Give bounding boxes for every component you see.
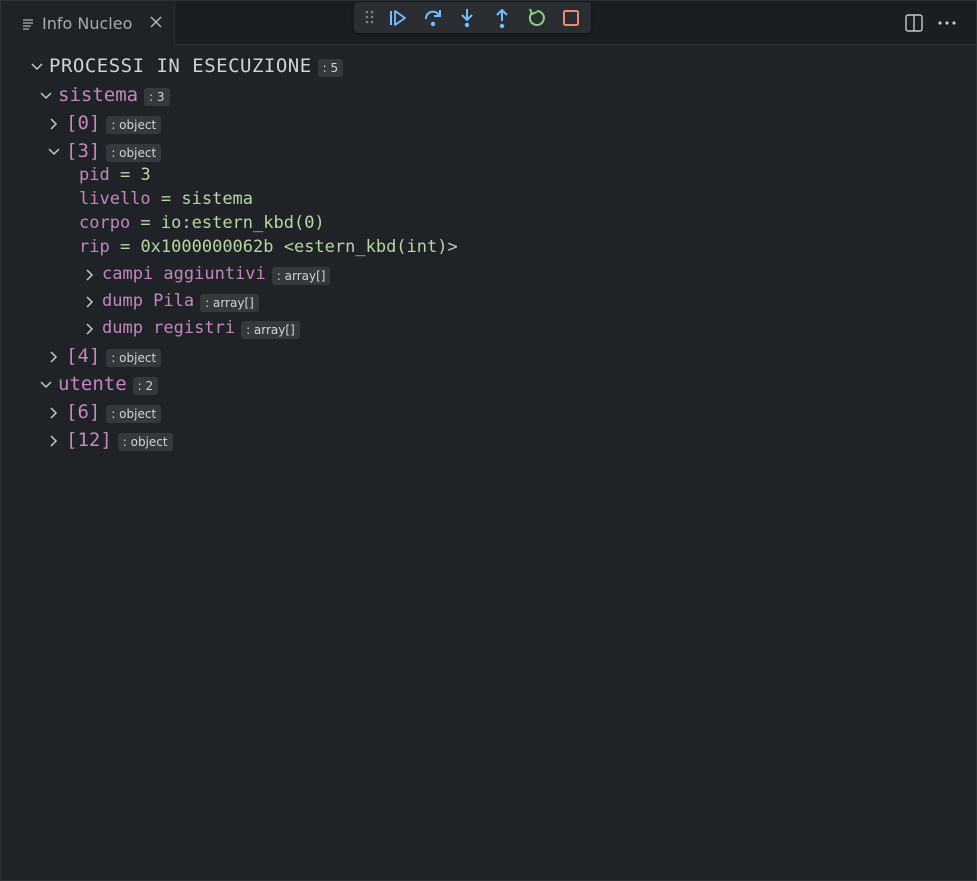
chevron-right-icon[interactable] [47,405,61,419]
tree-node-dump-pila[interactable]: dump Pila : array[] [83,288,259,314]
tree-node-utente[interactable]: utente : 2 [39,371,159,397]
more-actions-icon[interactable] [936,12,958,34]
node-label: sistema [58,84,139,106]
property-eq: = [150,189,182,209]
property-key: livello [79,189,151,209]
close-icon[interactable] [147,13,165,31]
split-editor-icon[interactable] [903,12,925,34]
property-value: io:estern_kbd(0) [160,213,325,233]
tree-node-campi-aggiuntivi[interactable]: campi aggiuntivi : array[] [83,261,331,287]
tab-title: Info Nucleo [42,13,133,33]
property-value: 0x1000000062b <estern_kbd(int)> [140,237,458,257]
stop-icon[interactable] [560,7,582,29]
step-into-icon[interactable] [456,7,478,29]
process-tree: PROCESSI IN ESECUZIONE : 5 sistema : 3 [… [1,45,976,881]
chevron-right-icon[interactable] [47,349,61,363]
type-badge: : object [106,144,162,162]
type-badge: : array[] [271,267,331,285]
property-value: sistema [181,189,254,209]
chevron-right-icon[interactable] [83,267,97,281]
restart-icon[interactable] [526,7,548,29]
count-badge: : 3 [144,88,170,106]
chevron-right-icon[interactable] [47,116,61,130]
node-label: [12] [66,429,112,451]
property-key: rip [79,237,110,257]
chevron-down-icon[interactable] [39,377,53,391]
count-badge: : 5 [317,59,344,77]
property-pid: pid = 3 [79,162,151,188]
chevron-right-icon[interactable] [83,321,97,335]
step-out-icon[interactable] [491,7,513,29]
tab-info-nucleo[interactable]: Info Nucleo [1,1,175,45]
tree-node-item-6[interactable]: [6] : object [47,399,162,425]
node-label: [6] [66,401,101,423]
type-badge: : object [106,116,162,134]
type-badge: : object [106,349,162,367]
count-badge: : 2 [132,377,159,395]
type-badge: : array[] [241,321,300,339]
node-label: dump registri [102,318,236,338]
tree-node-item-12[interactable]: [12] : object [47,427,173,453]
property-corpo: corpo = io:estern_kbd(0) [79,210,325,236]
chevron-right-icon[interactable] [83,294,97,308]
tree-node-sistema[interactable]: sistema : 3 [39,82,170,108]
debug-toolbar [354,2,591,33]
property-eq: = [109,237,141,257]
step-over-icon[interactable] [422,7,444,29]
preview-lines-icon [21,16,35,30]
node-label: dump Pila [102,291,195,311]
info-nucleo-window: Info Nucleo PROCESSI IN ESECUZIONE: 5 s… [0,0,977,881]
property-value: 3 [140,165,151,185]
node-label: [3] [66,140,101,162]
tree-node-dump-registri[interactable]: dump registri : array[] [83,315,300,341]
property-rip: rip = 0x1000000062b <estern_kbd(int)> [79,234,458,260]
continue-icon[interactable] [387,7,409,29]
chevron-down-icon[interactable] [30,59,44,73]
chevron-right-icon[interactable] [47,433,61,447]
tab-bar: Info Nucleo [1,1,976,45]
node-label: PROCESSI IN ESECUZIONE [49,55,312,77]
node-label: [4] [66,345,101,367]
tree-node-root[interactable]: PROCESSI IN ESECUZIONE : 5 [30,53,344,79]
node-label: utente [58,373,127,395]
type-badge: : object [106,405,162,423]
property-eq: = [109,165,141,185]
type-badge: : array[] [200,294,259,312]
property-eq: = [130,213,161,233]
property-key: corpo [79,213,131,233]
type-badge: : object [117,433,173,451]
node-label: [0] [66,112,101,134]
tree-node-item-3[interactable]: [3] : object [47,138,162,164]
property-key: pid [79,165,110,185]
node-label: campi aggiuntivi [102,264,266,284]
tree-node-item-0[interactable]: [0] : object [47,110,162,136]
grip-icon[interactable] [364,9,376,27]
chevron-down-icon[interactable] [39,88,53,102]
chevron-down-icon[interactable] [47,144,61,158]
property-livello: livello = sistema [79,186,253,212]
tree-node-item-4[interactable]: [4] : object [47,343,162,369]
